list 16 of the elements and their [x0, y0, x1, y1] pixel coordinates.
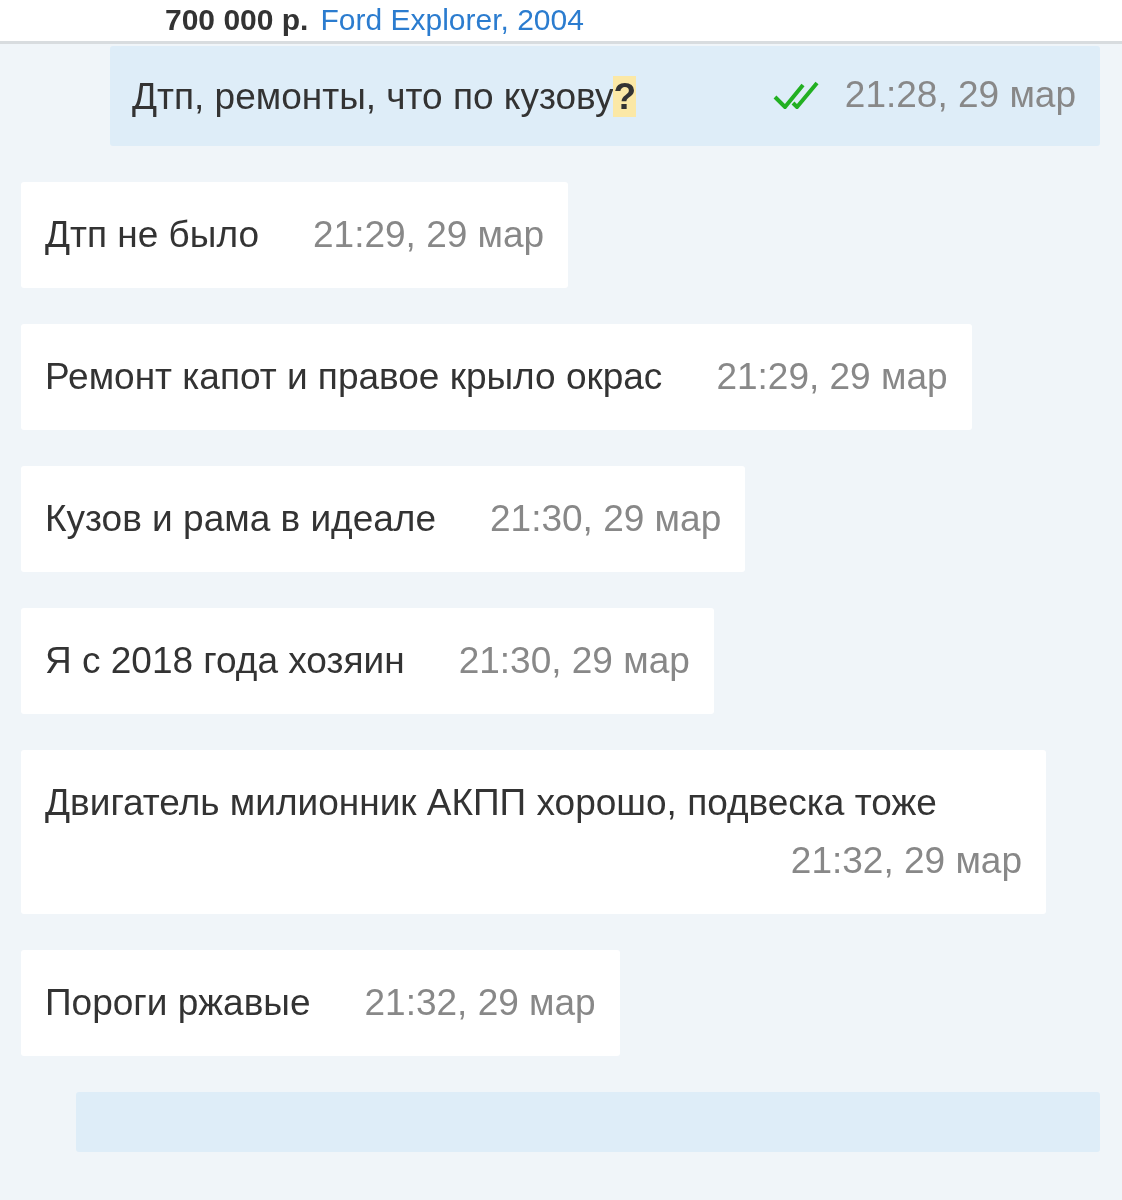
- message-time: 21:28, 29 мар: [844, 73, 1076, 117]
- message-text: Я с 2018 года хозяин: [45, 639, 405, 683]
- message-time: 21:30, 29 мар: [458, 639, 690, 683]
- message-time: 21:32, 29 мар: [364, 981, 596, 1025]
- message-time: 21:29, 29 мар: [716, 355, 948, 399]
- message-time: 21:29, 29 мар: [313, 213, 545, 257]
- message-time: 21:32, 29 мар: [790, 839, 1022, 883]
- message-time: 21:30, 29 мар: [490, 497, 722, 541]
- message-text: Кузов и рама в идеале: [45, 497, 437, 541]
- message-text: Дтп не было: [45, 213, 259, 257]
- message-text: Ремонт капот и правое крыло окрас: [45, 355, 663, 399]
- message-text: Дтп, ремонты, что по кузову?: [132, 75, 637, 119]
- message-text: Пороги ржавые: [45, 981, 311, 1025]
- listing-link[interactable]: Ford Explorer, 2004: [320, 2, 584, 38]
- price-text: 700 000 р.: [165, 2, 309, 38]
- message-text: Двигатель милионник АКПП хорошо, подвеска тоже: [45, 781, 937, 825]
